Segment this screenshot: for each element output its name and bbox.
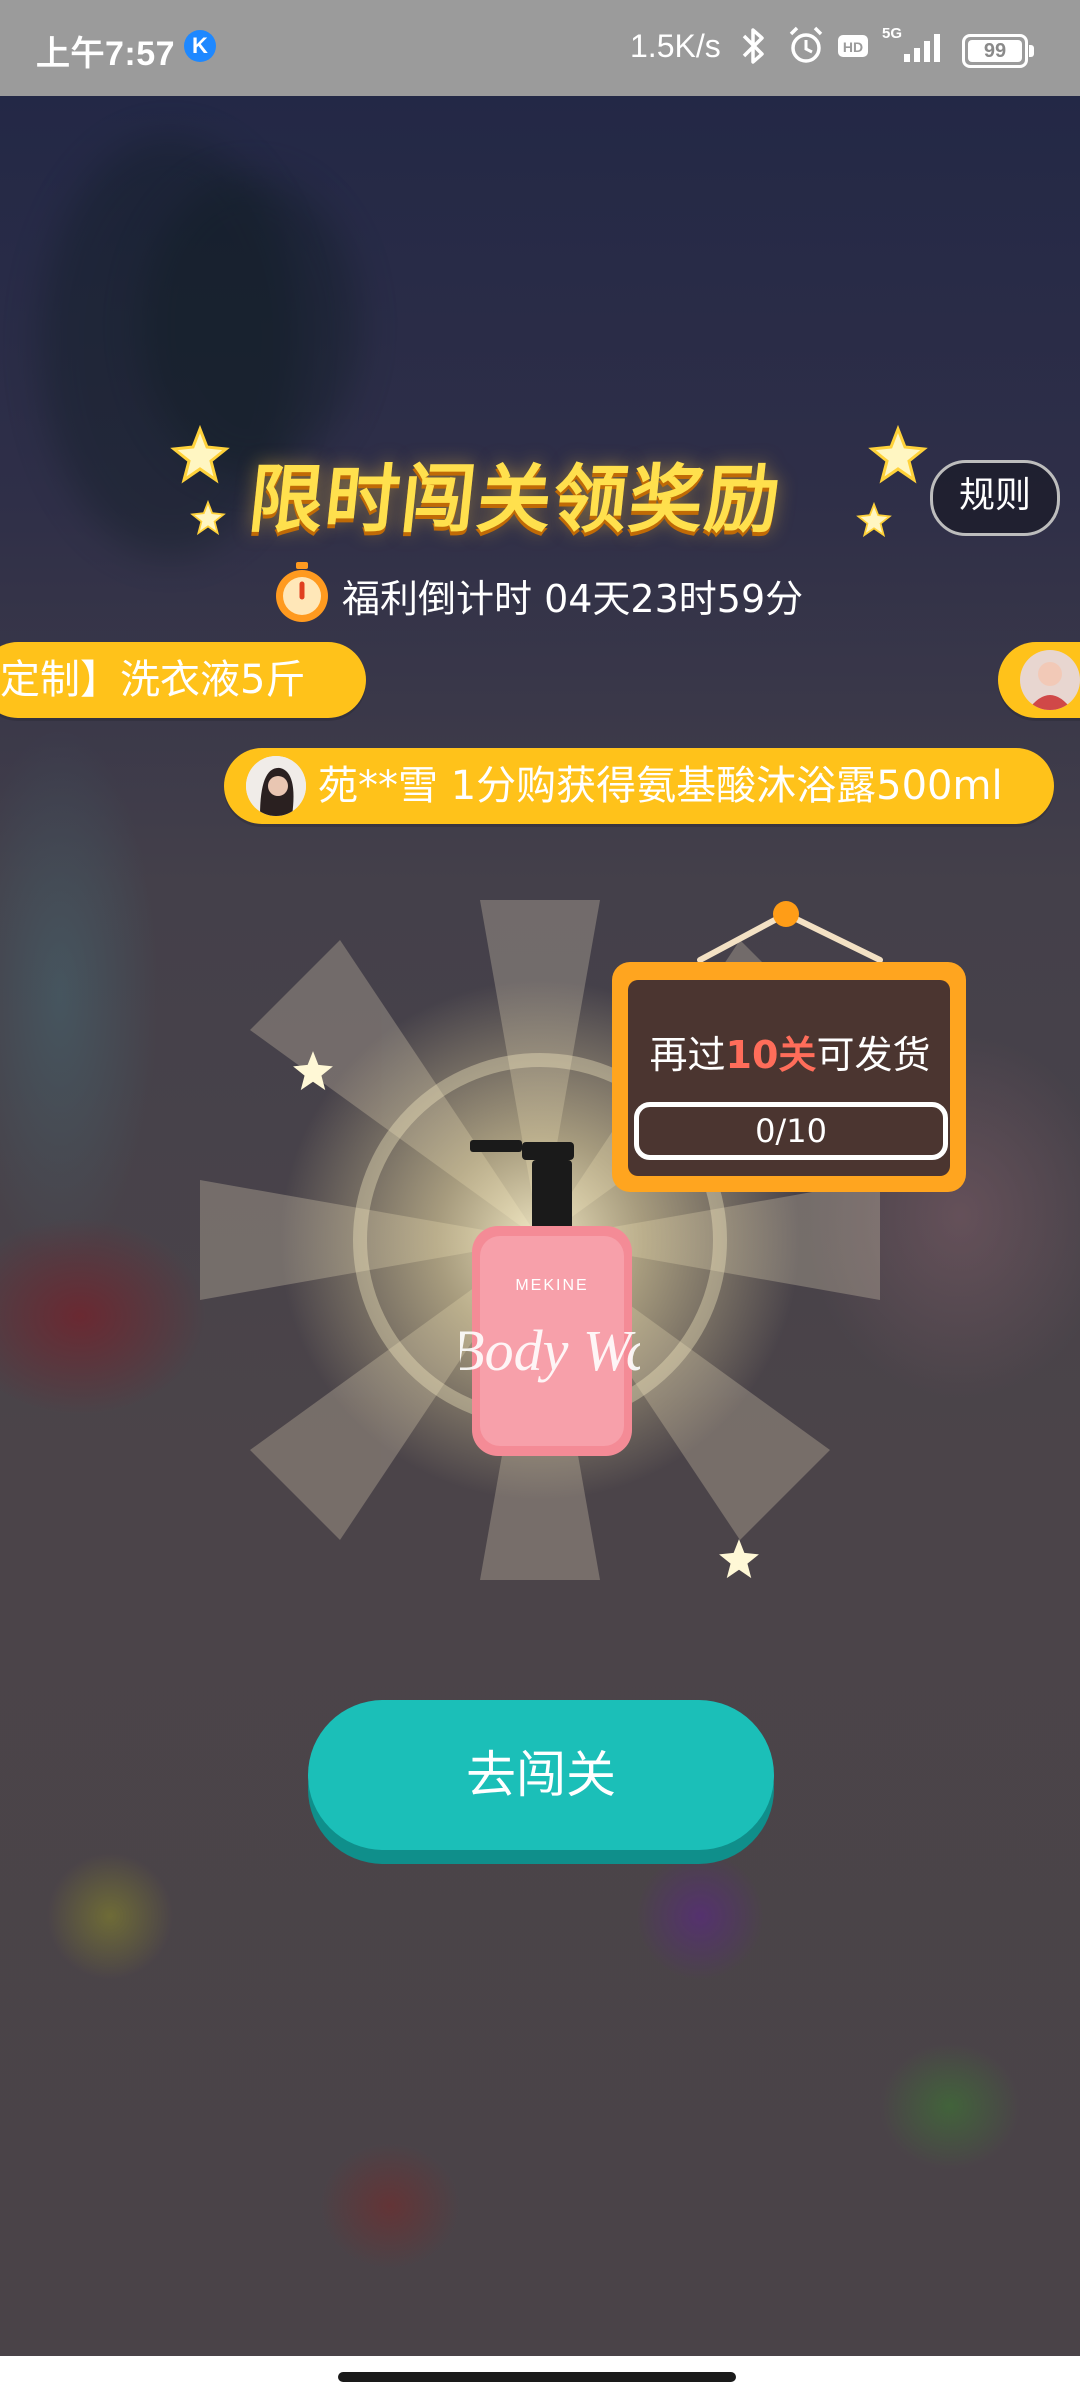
level-progress: 0/10 [634, 1102, 948, 1160]
countdown-text: 福利倒计时 04天23时59分 [342, 577, 804, 621]
star-icon [868, 425, 928, 484]
bluetooth-icon [742, 28, 764, 64]
start-challenge-button[interactable]: 去闯关 [308, 1700, 774, 1850]
bottle-script: Body Wa [460, 1318, 640, 1383]
marquee-item: 苑**雪 1分购获得氨基酸沐浴露500ml [224, 748, 1054, 824]
signal-icon: 5G [882, 25, 940, 62]
levels-remaining: 10关 [725, 1033, 817, 1077]
network-speed: 1.5K/s [630, 28, 721, 64]
marquee-item: 定制】洗衣液5斤 [0, 642, 366, 718]
avatar [1020, 650, 1080, 710]
bottle-brand: MEKINE [515, 1277, 588, 1294]
sparkle-icon [293, 1051, 333, 1091]
battery-level: 99 [968, 40, 1022, 62]
navigation-bar [0, 2356, 1080, 2400]
rules-button[interactable]: 规则 [930, 460, 1060, 536]
battery-icon: 99 [962, 34, 1034, 68]
svg-text:HD: HD [843, 39, 863, 55]
sign-text: 再过10关可发货 [649, 1033, 931, 1077]
marquee-text: 苑**雪 1分购获得氨基酸沐浴露500ml [318, 763, 1003, 809]
sparkle-icon [719, 1539, 759, 1579]
star-icon [190, 500, 226, 536]
avatar [246, 756, 306, 816]
home-handle[interactable] [338, 2372, 736, 2382]
alarm-icon [789, 26, 823, 63]
status-bar: 上午7:57 K 1.5K/s HD 5G 99 [0, 0, 1080, 96]
app-notification-icon: K [184, 30, 216, 62]
marquee-item [998, 642, 1080, 718]
page-title: 限时闯关领奖励 [244, 457, 786, 543]
star-icon [856, 502, 892, 538]
status-time: 上午7:57 [36, 35, 176, 73]
svg-text:5G: 5G [882, 25, 902, 42]
marquee-text: 定制】洗衣液5斤 [0, 657, 306, 703]
star-icon [170, 425, 230, 484]
hd-icon: HD [838, 35, 868, 57]
stopwatch-icon [276, 562, 328, 622]
